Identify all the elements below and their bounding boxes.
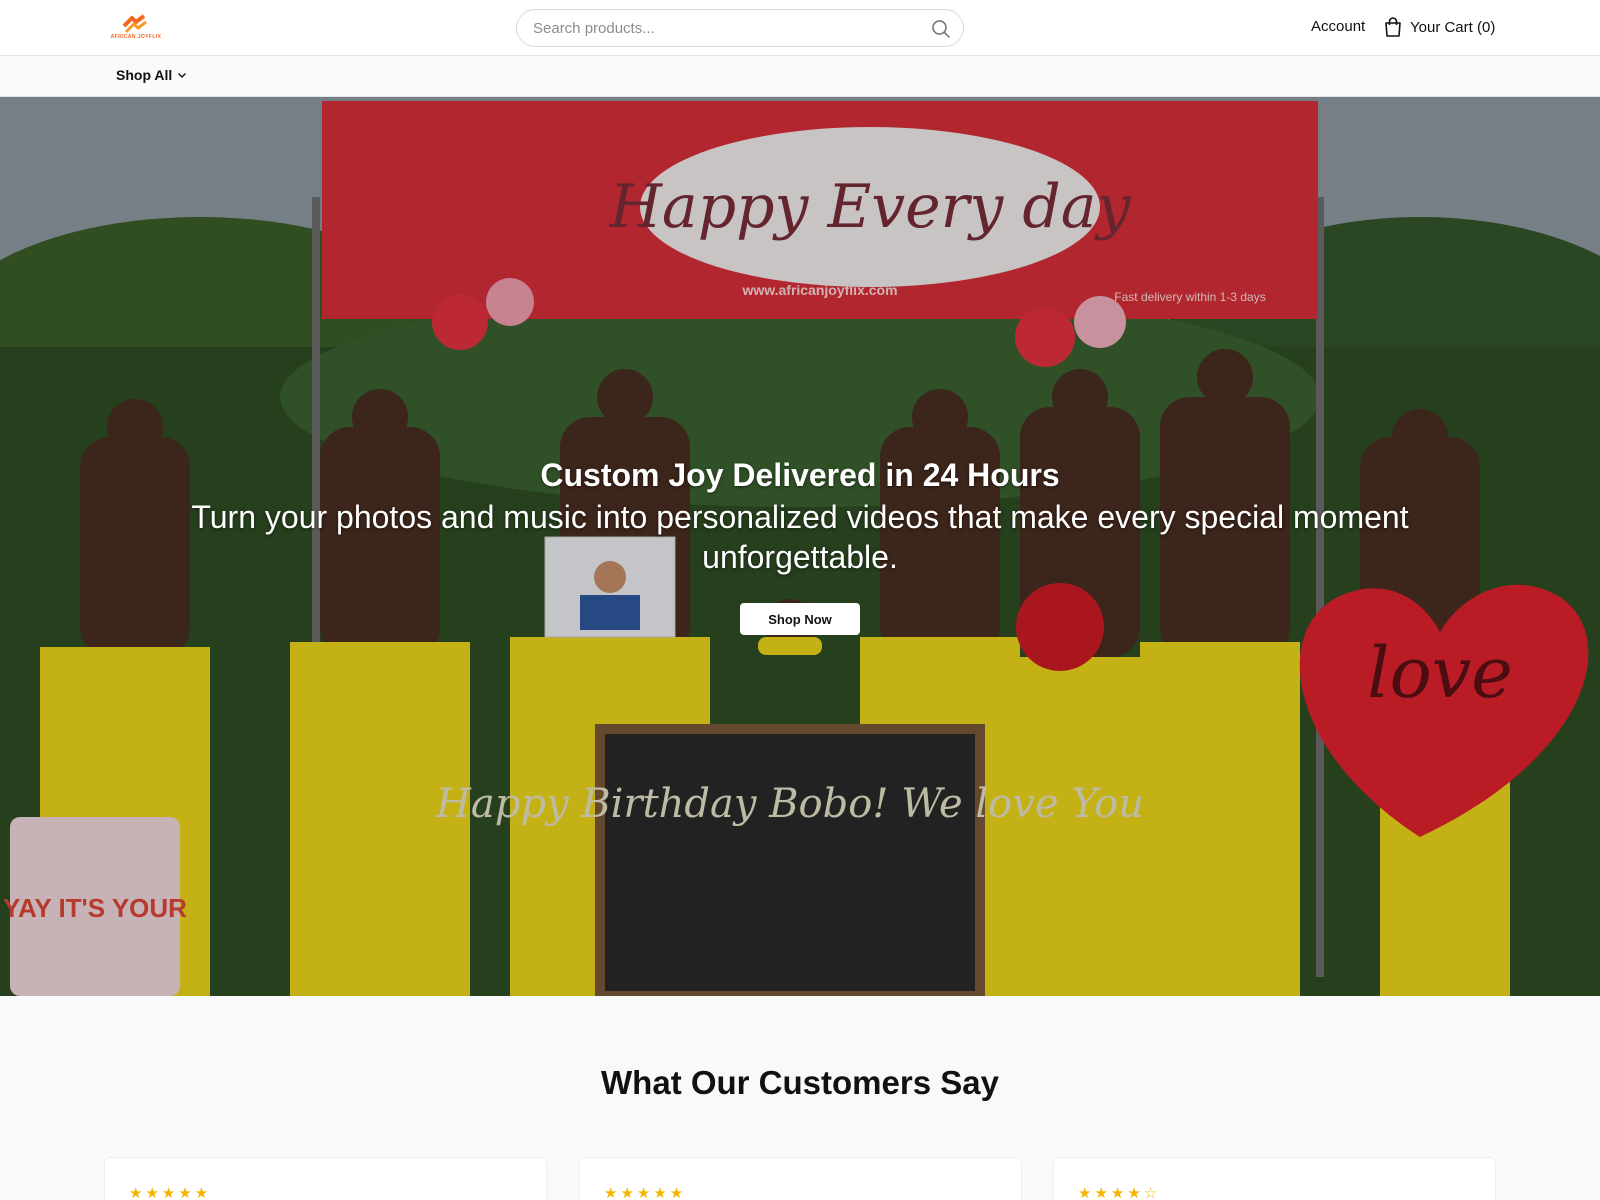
testimonial-card: ★★★★★ (579, 1157, 1022, 1200)
star-rating: ★★★★☆ (1078, 1185, 1161, 1200)
testimonial-card: ★★★★☆ (1053, 1157, 1496, 1200)
cart-link[interactable]: Your Cart (0) (1384, 16, 1495, 38)
site-logo[interactable]: AFRICAN JOYFLIX (106, 12, 166, 42)
hero-title: Custom Joy Delivered in 24 Hours (540, 457, 1060, 493)
cart-label: Your Cart (0) (1410, 18, 1496, 36)
star-rating: ★★★★★ (604, 1185, 687, 1200)
search-icon[interactable] (931, 19, 951, 39)
hero-banner: Happy Every day www.africanjoyflix.com F… (0, 97, 1600, 996)
shop-all-menu[interactable]: Shop All (116, 67, 187, 83)
shopping-bag-icon (1385, 17, 1401, 37)
site-header: AFRICAN JOYFLIX Account Your Cart (0) (0, 0, 1600, 56)
logo-icon (122, 14, 147, 34)
shop-all-label: Shop All (116, 67, 173, 83)
testimonials-title: What Our Customers Say (601, 1064, 999, 1101)
chevron-down-icon (178, 73, 187, 78)
main-nav: Shop All (0, 56, 1600, 97)
search-input[interactable] (533, 10, 913, 46)
testimonial-card: ★★★★★ (104, 1157, 547, 1200)
account-link[interactable]: Account (1311, 18, 1365, 35)
hero-subtitle: Turn your photos and music into personal… (191, 499, 1409, 575)
logo-text: AFRICAN JOYFLIX (110, 34, 162, 40)
star-rating: ★★★★★ (129, 1185, 212, 1200)
shop-now-button[interactable]: Shop Now (740, 603, 860, 635)
search-bar (516, 9, 964, 47)
